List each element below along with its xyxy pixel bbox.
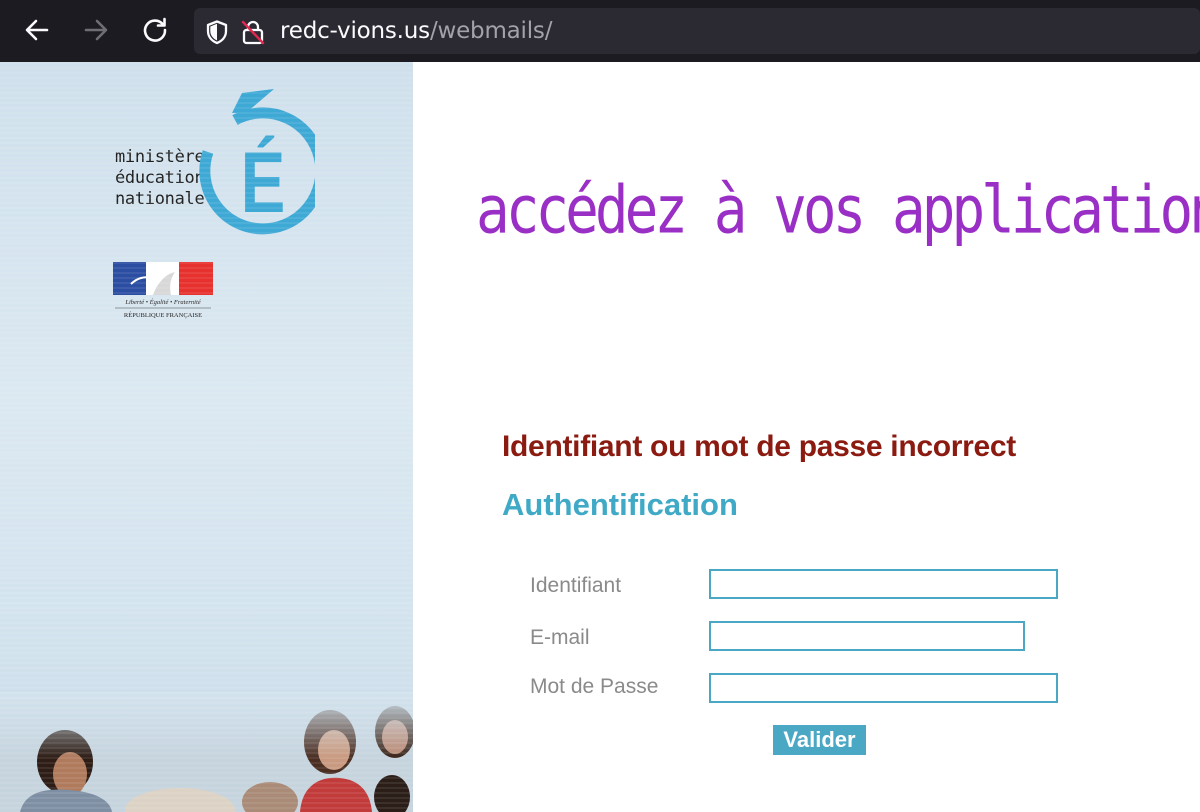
shield-icon[interactable] — [204, 19, 230, 45]
url-host: redc-vions.us — [280, 18, 430, 44]
identifiant-label: Identifiant — [530, 574, 622, 597]
reload-icon — [143, 17, 167, 42]
password-input[interactable] — [709, 673, 1058, 703]
republique-francaise-logo: Liberté • Égalité • Fraternité RÉPUBLIQU… — [113, 262, 213, 319]
republic-motto: Liberté • Égalité • Fraternité — [124, 298, 201, 306]
url-text[interactable]: redc-vions.us/webmails/ — [280, 17, 552, 45]
ministry-line-3: nationale — [115, 189, 205, 209]
email-input[interactable] — [709, 621, 1025, 651]
valider-button[interactable]: Valider — [773, 725, 866, 755]
headline: accédez à vos applications — [476, 172, 1200, 250]
url-bar[interactable]: redc-vions.us/webmails/ — [194, 8, 1200, 54]
browser-toolbar: redc-vions.us/webmails/ — [0, 0, 1200, 62]
ministry-line-1: ministère — [115, 147, 205, 167]
logo-letter: É — [241, 135, 286, 231]
web-page: ministère éducation nationale É Liberté … — [0, 62, 1200, 812]
back-button[interactable] — [20, 13, 54, 47]
sidebar: ministère éducation nationale É Liberté … — [0, 62, 413, 812]
forward-arrow-icon — [84, 19, 108, 41]
email-label: E-mail — [530, 626, 590, 649]
ministry-line-2: éducation — [115, 168, 205, 188]
auth-title: Authentification — [502, 487, 738, 522]
back-arrow-icon — [25, 19, 49, 41]
password-label: Mot de Passe — [530, 675, 659, 698]
identifiant-input[interactable] — [709, 569, 1058, 599]
forward-button[interactable] — [79, 13, 113, 47]
education-nationale-logo: É — [199, 89, 315, 235]
url-path: /webmails/ — [429, 18, 553, 44]
insecure-lock-icon[interactable] — [240, 19, 266, 45]
republic-name: RÉPUBLIQUE FRANÇAISE — [124, 311, 202, 319]
ministry-name: ministère éducation nationale — [115, 147, 205, 210]
reload-button[interactable] — [138, 13, 172, 47]
error-message: Identifiant ou mot de passe incorrect — [502, 430, 1016, 463]
students-photo — [0, 692, 413, 812]
